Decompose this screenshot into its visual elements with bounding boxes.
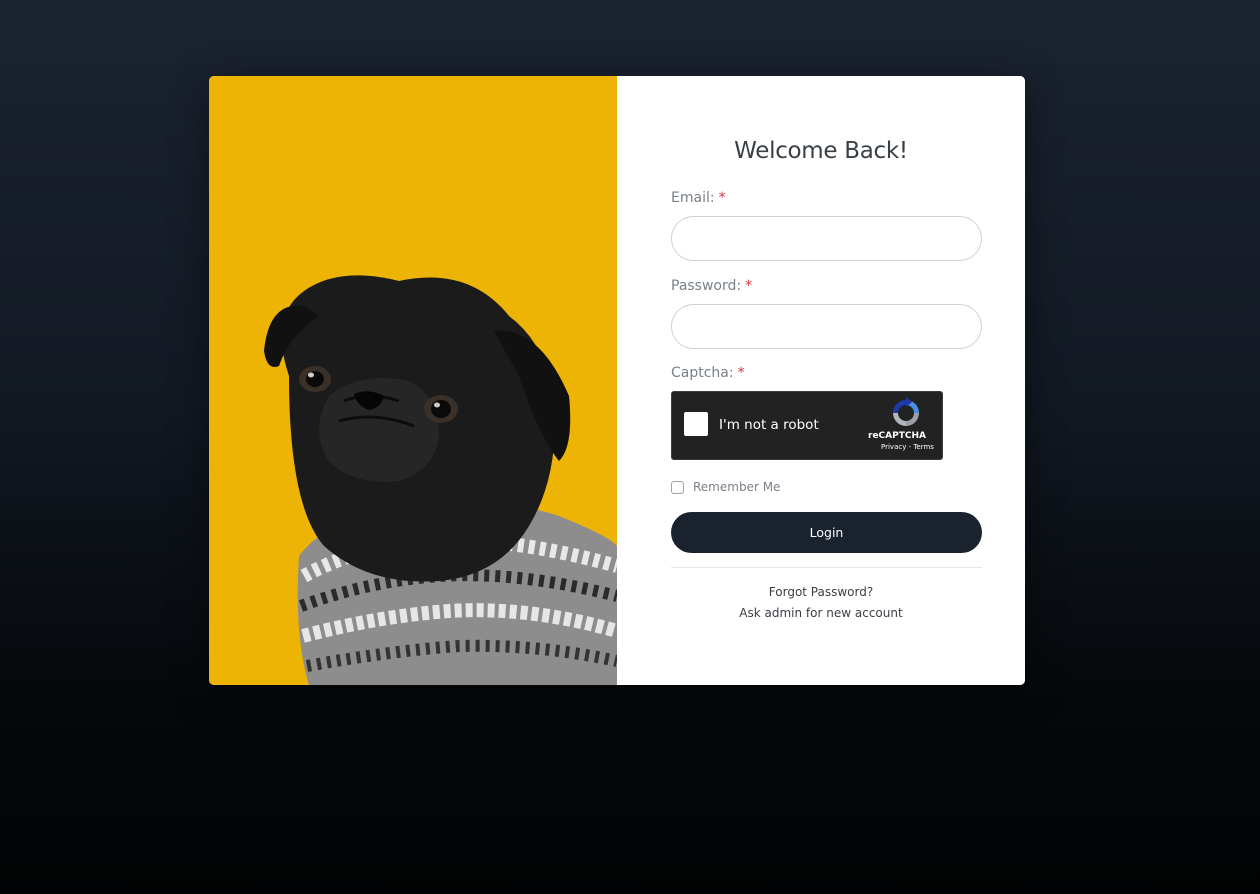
password-label: Password: * [671,278,753,294]
required-mark: * [745,278,753,294]
recaptcha-text: I'm not a robot [719,417,819,433]
password-field[interactable] [671,304,982,349]
required-mark: * [737,365,745,381]
remember-me-label[interactable]: Remember Me [693,480,780,494]
forgot-password-link[interactable]: Forgot Password? [617,585,1025,599]
divider [671,567,982,568]
remember-me: Remember Me [671,479,780,495]
recaptcha-brand: reCAPTCHA [868,431,926,441]
captcha-label: Captcha: * [671,365,745,381]
login-card: Welcome Back! Email: * Password: * Captcha… [209,76,1025,685]
login-button[interactable]: Login [671,512,982,553]
pug-illustration [264,275,617,685]
recaptcha-links[interactable]: Privacy - Terms [881,443,934,451]
recaptcha-checkbox[interactable] [684,412,708,436]
recaptcha-logo-icon [893,397,919,426]
email-label: Email: * [671,190,726,206]
recaptcha-widget: I'm not a robot reCAPTCHA Privacy - Term… [671,391,943,460]
ask-admin-link[interactable]: Ask admin for new account [617,606,1025,620]
login-form: Welcome Back! Email: * Password: * Captcha… [617,76,1025,685]
page-title: Welcome Back! [734,138,908,164]
email-field[interactable] [671,216,982,261]
remember-me-checkbox[interactable] [671,480,684,494]
required-mark: * [718,190,726,206]
hero-image [209,76,617,685]
